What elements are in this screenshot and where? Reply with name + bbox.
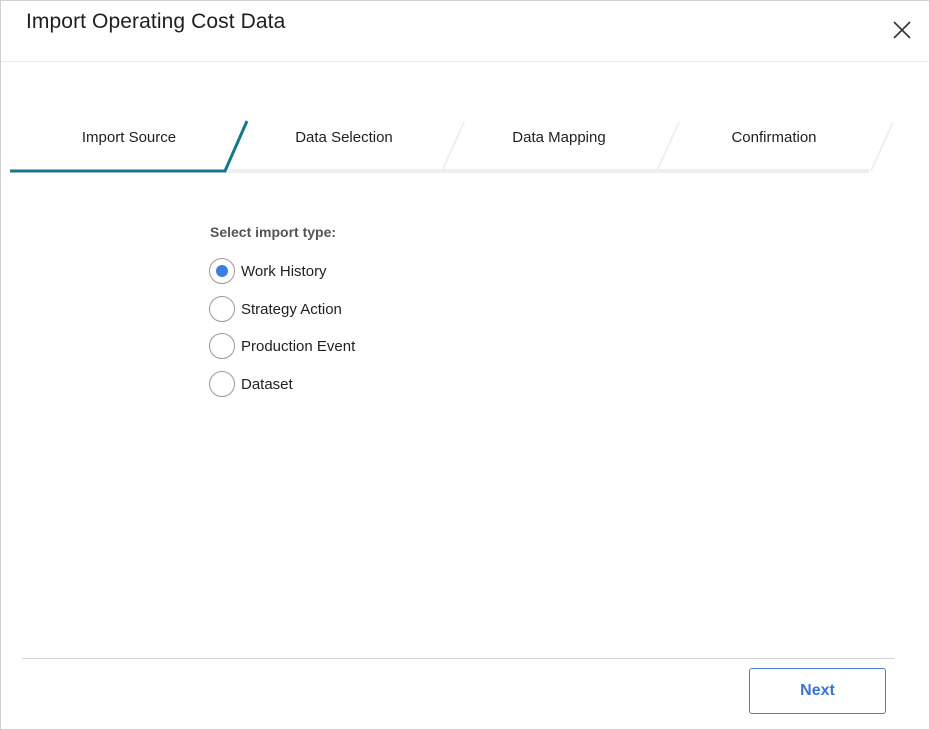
radio-label: Work History [241, 262, 327, 280]
radio-option-strategy-action[interactable]: Strategy Action [209, 295, 429, 323]
radio-label: Production Event [241, 337, 356, 355]
close-icon[interactable] [889, 17, 915, 43]
import-type-label: Select import type: [210, 224, 337, 240]
radio-button[interactable] [209, 333, 235, 359]
import-dialog: Import Operating Cost Data Import Source… [0, 0, 930, 730]
radio-option-dataset[interactable]: Dataset [209, 370, 429, 398]
radio-label: Strategy Action [241, 300, 342, 318]
step-data-mapping[interactable]: Data Mapping [489, 129, 629, 149]
step-import-source[interactable]: Import Source [59, 129, 199, 149]
dialog-title: Import Operating Cost Data [26, 10, 286, 33]
radio-option-production-event[interactable]: Production Event [209, 332, 429, 360]
dialog-header: Import Operating Cost Data [1, 1, 929, 62]
radio-label: Dataset [241, 375, 293, 393]
radio-button[interactable] [209, 296, 235, 322]
radio-button[interactable] [209, 371, 235, 397]
radio-button-selected[interactable] [209, 258, 235, 284]
radio-option-work-history[interactable]: Work History [209, 257, 429, 285]
next-button[interactable]: Next [749, 668, 886, 714]
step-confirmation[interactable]: Confirmation [704, 129, 844, 149]
footer-divider [22, 658, 895, 659]
wizard-stepper: Import Source Data Selection Data Mappin… [9, 119, 899, 177]
step-data-selection[interactable]: Data Selection [274, 129, 414, 149]
